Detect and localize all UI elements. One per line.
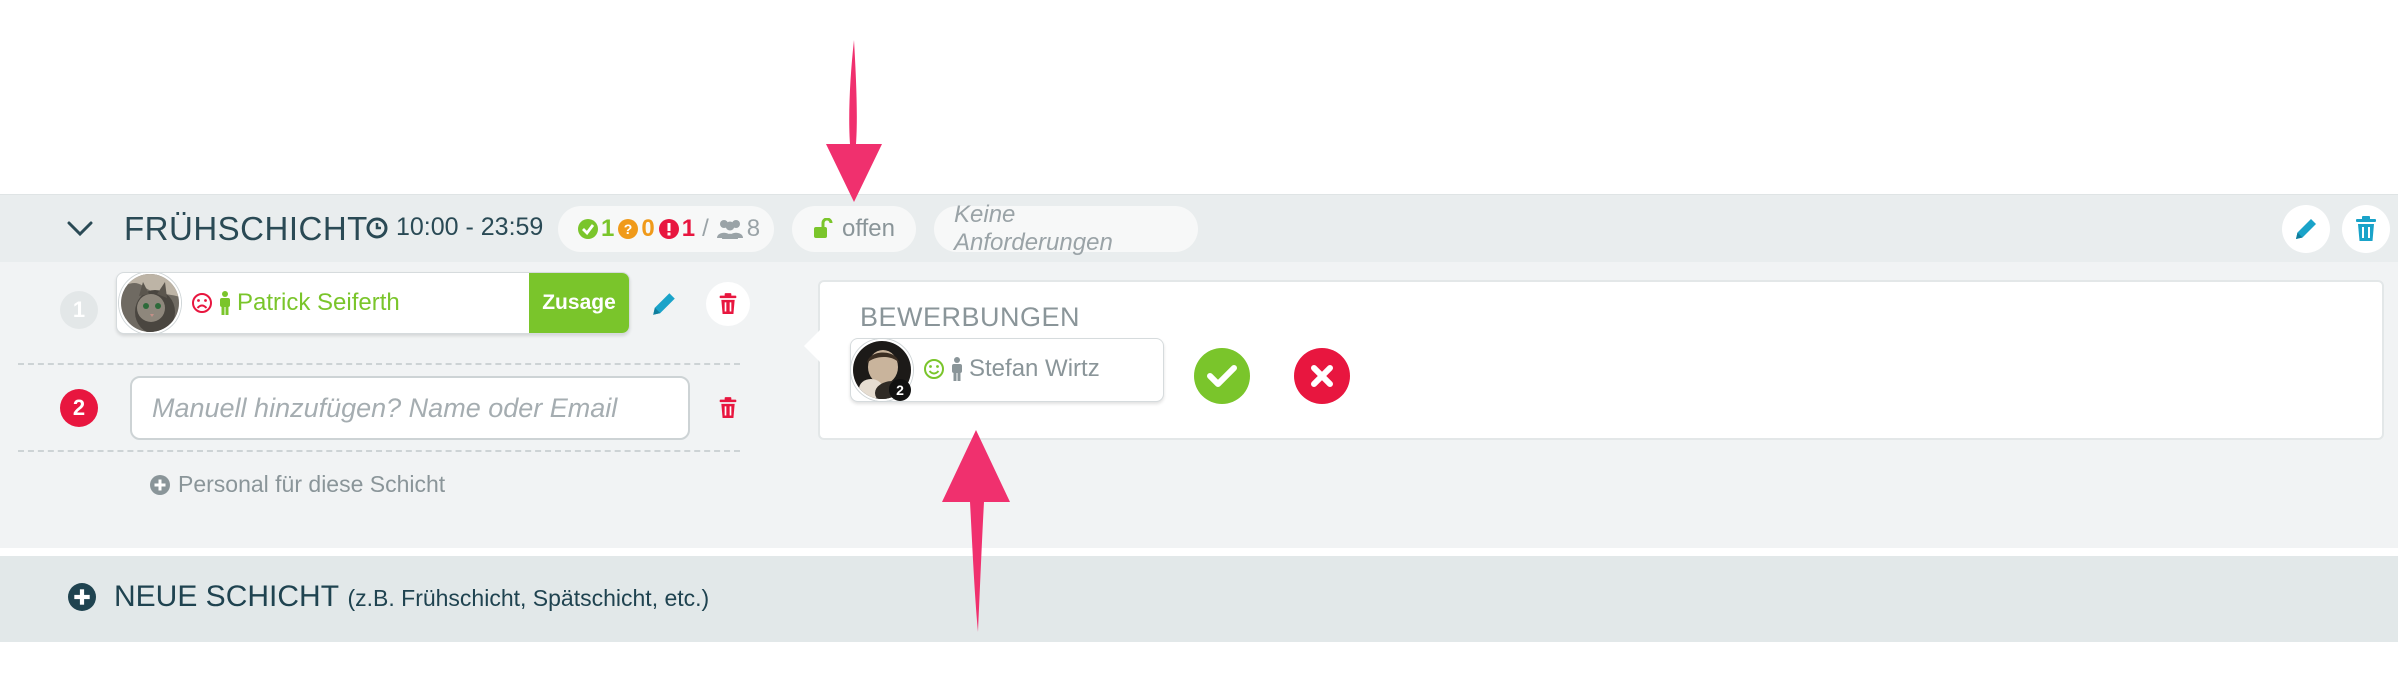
accepted-stat: 1 [578, 215, 614, 243]
accepted-count: 1 [601, 215, 615, 242]
trash-icon [719, 293, 737, 314]
edit-assignment-button[interactable] [642, 282, 686, 326]
total-count: 8 [746, 215, 761, 242]
shift-time-label: 10:00 - 23:59 [396, 213, 544, 241]
edit-shift-button[interactable] [2282, 205, 2330, 253]
question-circle-icon: ? [618, 219, 639, 239]
collapse-toggle[interactable] [62, 211, 98, 247]
plus-circle-icon [68, 583, 96, 611]
shift-status: offen [842, 215, 895, 242]
new-shift-hint: (z.B. Frühschicht, Spätschicht, etc.) [347, 585, 710, 611]
slot-number-2: 2 [60, 389, 98, 427]
pencil-icon [653, 293, 675, 315]
close-icon [1311, 365, 1333, 387]
accept-applicant-button[interactable] [1194, 348, 1250, 404]
applicant-badge: 2 [889, 379, 911, 401]
remove-assignment-button[interactable] [706, 282, 750, 326]
shift-stats-pill[interactable]: 1 ? 0 1 / 8 [558, 206, 774, 252]
manual-add-input[interactable] [130, 376, 690, 440]
annotation-arrow-down [826, 40, 882, 202]
chevron-down-icon [67, 221, 93, 237]
assigned-person-name: Patrick Seiferth [237, 289, 400, 316]
check-circle-icon [578, 219, 598, 239]
add-staff-label: Personal für diese Schicht [178, 471, 446, 497]
pencil-icon [2296, 219, 2316, 239]
users-icon [716, 220, 743, 239]
new-shift-label: NEUE SCHICHT [114, 580, 340, 613]
exclamation-circle-icon [658, 219, 679, 239]
new-shift-bar: NEUE SCHICHT (z.B. Frühschicht, Spätschi… [0, 556, 2398, 642]
shift-planner-screen: FRÜHSCHICHT 10:00 - 23:59 1 ? 0 1 / 8 of… [0, 0, 2398, 692]
male-icon [220, 291, 230, 315]
pending-stat: ? 0 [618, 215, 655, 243]
shift-time: 10:00 - 23:59 [366, 213, 543, 242]
clock-icon [366, 217, 388, 238]
smile-icon [924, 359, 944, 379]
annotation-arrow-up [942, 430, 1010, 632]
trash-icon [2356, 216, 2376, 241]
zusage-button[interactable]: Zusage [529, 273, 629, 333]
cat-avatar-image [121, 274, 179, 332]
add-staff-link[interactable]: Personal für diese Schicht [150, 471, 445, 498]
applications-panel: BEWERBUNGEN 2 Stefan Wirtz [804, 280, 2384, 440]
requirements-pill[interactable]: Keine Anforderungen [934, 201, 1198, 256]
assigned-person-card[interactable]: Patrick Seiferth Zusage [116, 272, 630, 334]
delete-shift-button[interactable] [2342, 205, 2390, 253]
applicant-card[interactable]: 2 Stefan Wirtz [850, 338, 1164, 402]
check-icon [1207, 365, 1237, 387]
svg-text:?: ? [624, 221, 633, 237]
pending-count: 0 [641, 215, 655, 242]
total-stat: 8 [716, 215, 760, 243]
shift-body: 1 Patrick Seiferth Zusage 2 Manuell hinz… [0, 262, 2398, 548]
applicant-name-wrap: Stefan Wirtz [923, 355, 1100, 383]
applicant-name: Stefan Wirtz [969, 355, 1100, 382]
plus-circle-icon [150, 474, 170, 495]
panel-notch [804, 330, 820, 362]
slot-divider [18, 363, 740, 365]
trash-icon [719, 397, 737, 418]
missing-count: 1 [681, 215, 696, 242]
applications-title: BEWERBUNGEN [860, 302, 1081, 332]
unlock-icon [814, 218, 833, 238]
requirements-label: Keine Anforderungen [954, 201, 1113, 256]
slot-divider [18, 450, 740, 452]
slot-number-1: 1 [60, 291, 98, 329]
assigned-person-name-wrap: Patrick Seiferth [191, 289, 400, 317]
reject-applicant-button[interactable] [1294, 348, 1350, 404]
shift-status-pill[interactable]: offen [792, 206, 916, 252]
add-new-shift-button[interactable]: NEUE SCHICHT (z.B. Frühschicht, Spätschi… [68, 580, 709, 614]
frown-icon [192, 293, 212, 313]
remove-slot-button[interactable] [706, 386, 750, 430]
avatar-patrick [119, 273, 181, 333]
shift-header: FRÜHSCHICHT 10:00 - 23:59 1 ? 0 1 / 8 of… [0, 194, 2398, 262]
male-icon [952, 357, 962, 381]
stats-separator: / [702, 215, 709, 242]
shift-title: FRÜHSCHICHT [124, 210, 368, 247]
missing-stat: 1 [658, 215, 696, 243]
